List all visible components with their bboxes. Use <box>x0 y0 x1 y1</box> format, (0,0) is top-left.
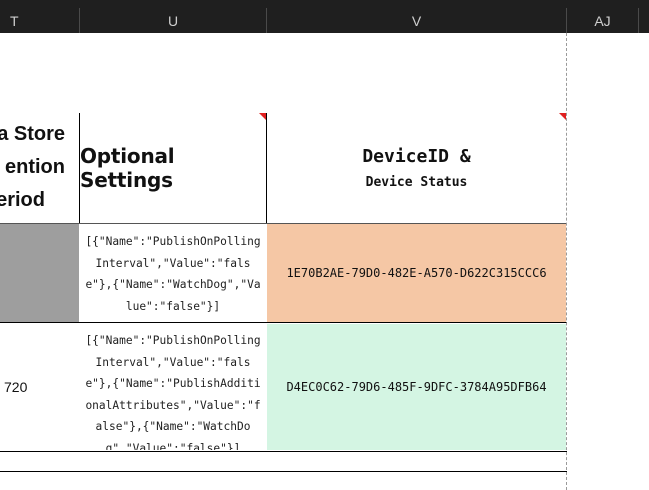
column-letter-u: U <box>167 12 179 29</box>
header-t-line-3: eriod <box>0 189 45 211</box>
row2-cell-optional-settings[interactable]: [{"Name":"PublishOnPollingInterval","Val… <box>80 330 266 450</box>
row1-cell-t[interactable] <box>0 224 79 322</box>
row2-cell-t-text: 720 <box>4 379 28 395</box>
comment-marker-icon[interactable] <box>259 113 266 120</box>
column-header-aj[interactable]: AJ <box>567 8 639 33</box>
grid-line <box>266 113 267 224</box>
grid-line <box>0 322 567 323</box>
header-t-line-2: ention <box>5 156 65 178</box>
column-header-u[interactable]: U <box>80 8 267 33</box>
header-t-line-1: a Store <box>0 123 65 145</box>
column-letter-v: V <box>411 12 422 29</box>
header-cell-optional-settings[interactable]: Optional Settings <box>80 113 266 223</box>
header-device-id-text: DeviceID & <box>362 146 471 167</box>
row1-optional-settings-text: [{"Name":"PublishOnPollingInterval","Val… <box>85 235 261 313</box>
row2-cell-t[interactable]: 720 <box>0 324 79 450</box>
window-top-bar <box>0 0 649 8</box>
row2-optional-settings-text: [{"Name":"PublishOnPollingInterval","Val… <box>85 334 261 450</box>
row2-device-id-text: D4EC0C62-79D6-485F-9DFC-3784A95DFB64 <box>286 380 547 394</box>
column-letter-t: T <box>10 12 19 29</box>
row1-cell-optional-settings[interactable]: [{"Name":"PublishOnPollingInterval","Val… <box>80 231 266 321</box>
header-optional-settings-text: Optional Settings <box>80 144 175 192</box>
column-letter-aj: AJ <box>594 12 611 29</box>
header-cell-device-id[interactable]: DeviceID & Device Status <box>267 113 566 223</box>
header-cell-t[interactable]: a Store ention eriod <box>0 113 79 223</box>
grid-line <box>0 471 567 472</box>
column-header-next[interactable] <box>639 8 649 33</box>
page-break-line <box>566 33 567 490</box>
header-device-status-text: Device Status <box>365 175 468 190</box>
row2-cell-device-id[interactable]: D4EC0C62-79D6-485F-9DFC-3784A95DFB64 <box>267 324 566 450</box>
grid-line <box>0 223 567 224</box>
column-header-v[interactable]: V <box>267 8 567 33</box>
row1-cell-device-id[interactable]: 1E70B2AE-79D0-482E-A570-D622C315CCC6 <box>267 224 566 322</box>
comment-marker-icon[interactable] <box>559 113 566 120</box>
row1-device-id-text: 1E70B2AE-79D0-482E-A570-D622C315CCC6 <box>286 266 547 280</box>
grid-line <box>0 451 567 452</box>
grid-line <box>79 113 80 224</box>
column-header-t[interactable]: T <box>0 8 80 33</box>
